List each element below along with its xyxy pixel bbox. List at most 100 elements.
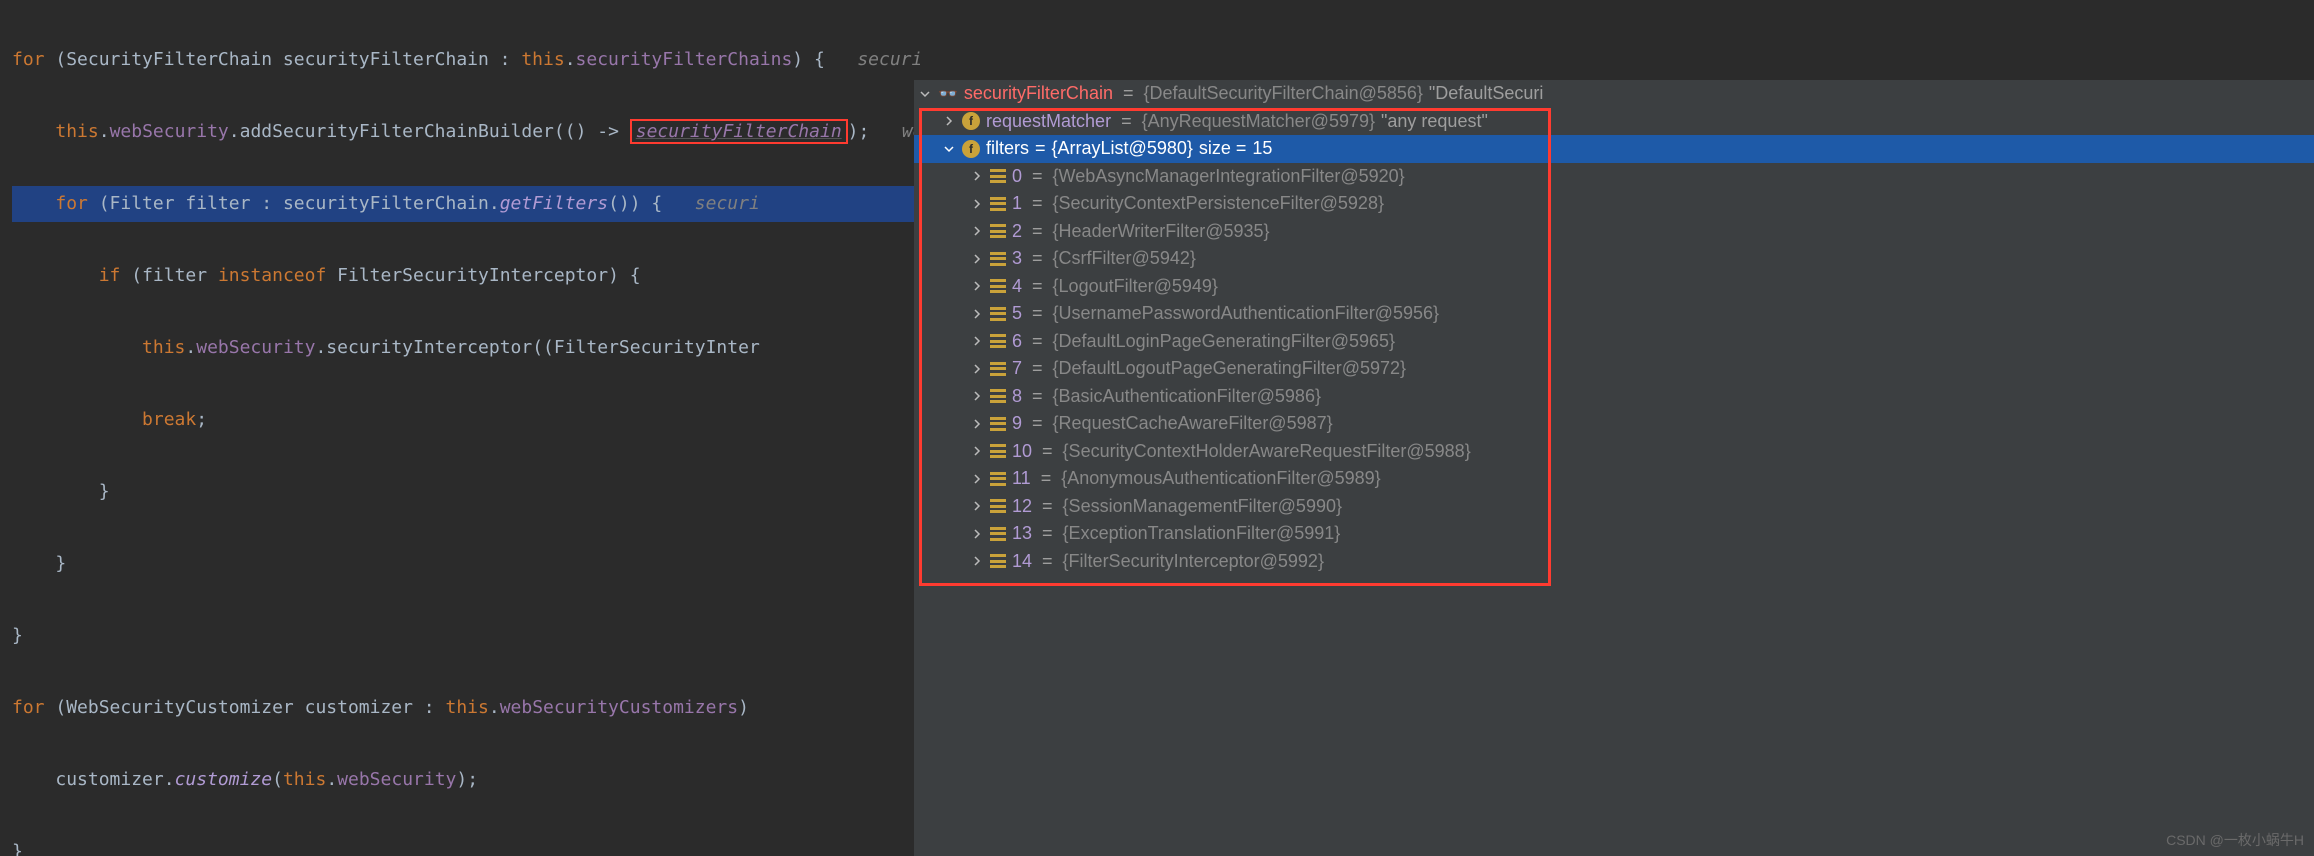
debug-variables-panel[interactable]: 👓 securityFilterChain = {DefaultSecurity… — [914, 80, 2314, 856]
array-index: 4 — [1012, 276, 1022, 297]
field-icon: f — [962, 112, 980, 130]
code-line[interactable]: break; — [12, 402, 920, 438]
expand-arrow-right-icon[interactable] — [970, 334, 984, 348]
debug-array-element[interactable]: 5 = {UsernamePasswordAuthenticationFilte… — [914, 300, 2314, 328]
array-index: 13 — [1012, 523, 1032, 544]
code-line[interactable]: } — [12, 546, 920, 582]
debug-array-element[interactable]: 3 = {CsrfFilter@5942} — [914, 245, 2314, 273]
expand-arrow-right-icon[interactable] — [970, 472, 984, 486]
debug-array-element[interactable]: 13 = {ExceptionTranslationFilter@5991} — [914, 520, 2314, 548]
inline-hint: securi — [695, 193, 760, 214]
array-index: 7 — [1012, 358, 1022, 379]
expand-arrow-down-icon[interactable] — [918, 87, 932, 101]
debug-variable-field[interactable]: f requestMatcher = {AnyRequestMatcher@59… — [914, 108, 2314, 136]
field-ref: securityFilterChains — [576, 49, 793, 70]
object-reference: {SessionManagementFilter@5990} — [1063, 496, 1342, 517]
debug-array-element[interactable]: 8 = {BasicAuthenticationFilter@5986} — [914, 383, 2314, 411]
array-index: 10 — [1012, 441, 1032, 462]
size-value: 15 — [1252, 138, 1272, 159]
code-line[interactable]: for (WebSecurityCustomizer customizer : … — [12, 690, 920, 726]
debug-array-element[interactable]: 9 = {RequestCacheAwareFilter@5987} — [914, 410, 2314, 438]
code-line[interactable]: customizer.customize(this.webSecurity); — [12, 762, 920, 798]
element-icon — [990, 197, 1006, 211]
expand-arrow-right-icon[interactable] — [970, 307, 984, 321]
object-reference: {BasicAuthenticationFilter@5986} — [1053, 386, 1321, 407]
expand-arrow-right-icon[interactable] — [970, 362, 984, 376]
watch-icon: 👓 — [938, 84, 958, 104]
expand-arrow-right-icon[interactable] — [970, 252, 984, 266]
array-index: 8 — [1012, 386, 1022, 407]
code-line-current[interactable]: for (Filter filter : securityFilterChain… — [12, 186, 920, 222]
debug-array-element[interactable]: 4 = {LogoutFilter@5949} — [914, 273, 2314, 301]
variable-name: securityFilterChain — [964, 83, 1113, 104]
code-line[interactable]: this.webSecurity.securityInterceptor((Fi… — [12, 330, 920, 366]
expand-arrow-right-icon[interactable] — [970, 169, 984, 183]
code-line[interactable]: } — [12, 474, 920, 510]
size-label: size = — [1199, 138, 1247, 159]
expand-arrow-right-icon[interactable] — [970, 499, 984, 513]
variable-name: filters — [986, 138, 1029, 159]
object-reference: {FilterSecurityInterceptor@5992} — [1063, 551, 1324, 572]
array-index: 5 — [1012, 303, 1022, 324]
object-reference: {DefaultLogoutPageGeneratingFilter@5972} — [1053, 358, 1407, 379]
debug-array-element[interactable]: 14 = {FilterSecurityInterceptor@5992} — [914, 548, 2314, 576]
array-index: 0 — [1012, 166, 1022, 187]
element-icon — [990, 279, 1006, 293]
debug-array-element[interactable]: 12 = {SessionManagementFilter@5990} — [914, 493, 2314, 521]
expand-arrow-right-icon[interactable] — [970, 389, 984, 403]
variable-name: requestMatcher — [986, 111, 1111, 132]
object-reference: {AnonymousAuthenticationFilter@5989} — [1061, 468, 1380, 489]
highlighted-expression[interactable]: securityFilterChain — [630, 119, 848, 144]
code-line[interactable]: } — [12, 834, 920, 856]
expand-arrow-right-icon[interactable] — [970, 527, 984, 541]
debug-variable-root[interactable]: 👓 securityFilterChain = {DefaultSecurity… — [914, 80, 2314, 108]
object-reference: {SecurityContextHolderAwareRequestFilter… — [1063, 441, 1471, 462]
code-line[interactable]: this.webSecurity.addSecurityFilterChainB… — [12, 114, 920, 150]
element-icon — [990, 472, 1006, 486]
expand-arrow-right-icon[interactable] — [970, 417, 984, 431]
object-reference: {HeaderWriterFilter@5935} — [1053, 221, 1270, 242]
object-reference: {AnyRequestMatcher@5979} — [1142, 111, 1375, 132]
array-index: 12 — [1012, 496, 1032, 517]
element-icon — [990, 527, 1006, 541]
element-icon — [990, 307, 1006, 321]
object-reference: {UsernamePasswordAuthenticationFilter@59… — [1053, 303, 1439, 324]
element-icon — [990, 417, 1006, 431]
object-reference: {ExceptionTranslationFilter@5991} — [1063, 523, 1341, 544]
element-icon — [990, 362, 1006, 376]
object-reference: {WebAsyncManagerIntegrationFilter@5920} — [1053, 166, 1405, 187]
expand-arrow-right-icon[interactable] — [970, 554, 984, 568]
code-editor[interactable]: for (SecurityFilterChain securityFilterC… — [0, 0, 920, 856]
expand-arrow-right-icon[interactable] — [970, 197, 984, 211]
expand-arrow-right-icon[interactable] — [942, 114, 956, 128]
debug-array-element[interactable]: 7 = {DefaultLogoutPageGeneratingFilter@5… — [914, 355, 2314, 383]
object-reference: {CsrfFilter@5942} — [1053, 248, 1196, 269]
element-icon — [990, 169, 1006, 183]
element-icon — [990, 554, 1006, 568]
debug-array-element[interactable]: 2 = {HeaderWriterFilter@5935} — [914, 218, 2314, 246]
element-icon — [990, 224, 1006, 238]
code-line[interactable]: for (SecurityFilterChain securityFilterC… — [12, 42, 920, 78]
keyword-for: for — [12, 49, 45, 70]
element-icon — [990, 444, 1006, 458]
code-line[interactable]: if (filter instanceof FilterSecurityInte… — [12, 258, 920, 294]
debug-array-element[interactable]: 6 = {DefaultLoginPageGeneratingFilter@59… — [914, 328, 2314, 356]
array-index: 11 — [1012, 468, 1031, 489]
expand-arrow-right-icon[interactable] — [970, 224, 984, 238]
element-icon — [990, 252, 1006, 266]
field-icon: f — [962, 140, 980, 158]
element-icon — [990, 499, 1006, 513]
code-line[interactable]: } — [12, 618, 920, 654]
debug-variable-field-selected[interactable]: f filters = {ArrayList@5980} size = 15 — [914, 135, 2314, 163]
debug-array-element[interactable]: 11 = {AnonymousAuthenticationFilter@5989… — [914, 465, 2314, 493]
object-reference: {SecurityContextPersistenceFilter@5928} — [1053, 193, 1384, 214]
debug-array-element[interactable]: 10 = {SecurityContextHolderAwareRequestF… — [914, 438, 2314, 466]
object-reference: {RequestCacheAwareFilter@5987} — [1053, 413, 1333, 434]
expand-arrow-down-icon[interactable] — [942, 142, 956, 156]
debug-array-element[interactable]: 1 = {SecurityContextPersistenceFilter@59… — [914, 190, 2314, 218]
expand-arrow-right-icon[interactable] — [970, 444, 984, 458]
watermark: CSDN @一枚小蜗牛H — [2166, 830, 2304, 850]
object-reference: {LogoutFilter@5949} — [1053, 276, 1218, 297]
expand-arrow-right-icon[interactable] — [970, 279, 984, 293]
debug-array-element[interactable]: 0 = {WebAsyncManagerIntegrationFilter@59… — [914, 163, 2314, 191]
